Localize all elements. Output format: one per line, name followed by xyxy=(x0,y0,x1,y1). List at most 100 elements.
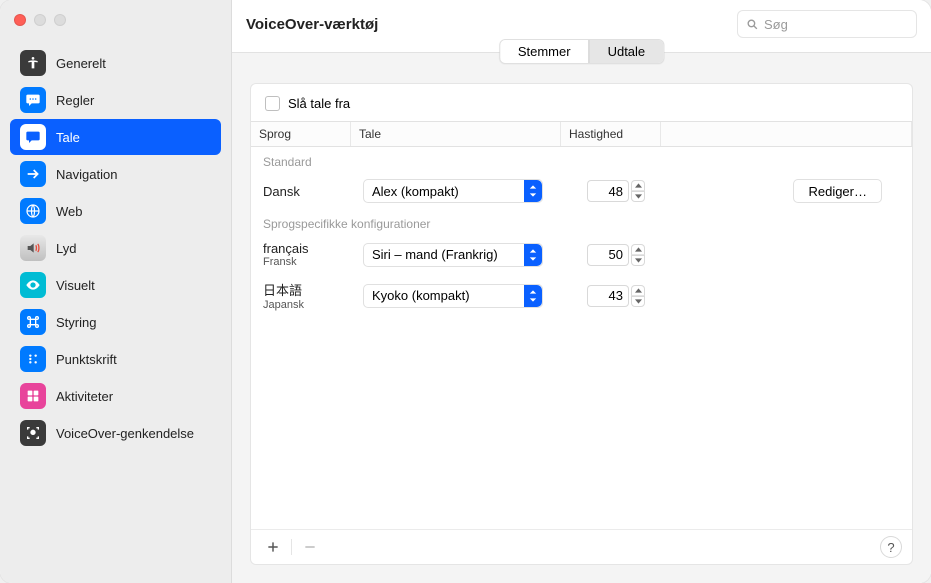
sidebar-item-speech[interactable]: Tale xyxy=(10,119,221,155)
sidebar-item-label: Visuelt xyxy=(56,278,95,293)
speed-stepper-french xyxy=(631,244,645,266)
minimize-window-button[interactable] xyxy=(34,14,46,26)
sidebar-item-sound[interactable]: Lyd xyxy=(10,230,221,266)
language-row-default[interactable]: Dansk Alex (kompakt) 48 xyxy=(251,173,912,209)
voices-panel: Slå tale fra Sprog Tale Hastighed Standa… xyxy=(250,83,913,565)
chevron-up-down-icon xyxy=(524,244,542,266)
tab-switcher: Stemmer Udtale xyxy=(499,39,664,64)
sidebar-item-label: Styring xyxy=(56,315,96,330)
sidebar-item-general[interactable]: Generelt xyxy=(10,45,221,81)
accessibility-icon xyxy=(20,50,46,76)
command-icon xyxy=(20,309,46,335)
column-language[interactable]: Sprog xyxy=(251,122,351,146)
sidebar-item-label: Regler xyxy=(56,93,94,108)
action-cell: Rediger… xyxy=(673,179,900,203)
chevron-up-down-icon xyxy=(524,285,542,307)
speed-input-japanese[interactable]: 43 xyxy=(587,285,629,307)
eye-icon xyxy=(20,272,46,298)
voice-dropdown-japanese[interactable]: Kyoko (kompakt) xyxy=(363,284,543,308)
sidebar-item-web[interactable]: Web xyxy=(10,193,221,229)
speed-stepper-default xyxy=(631,180,645,202)
activities-icon xyxy=(20,383,46,409)
stepper-up[interactable] xyxy=(631,244,645,255)
language-cell: Dansk xyxy=(263,184,363,199)
sidebar-item-braille[interactable]: Punktskrift xyxy=(10,341,221,377)
tab-pronunciation[interactable]: Udtale xyxy=(589,40,664,63)
mute-speech-label: Slå tale fra xyxy=(288,96,350,111)
speed-cell: 48 xyxy=(573,180,673,202)
sidebar-item-label: VoiceOver-genkendelse xyxy=(56,426,194,441)
chevron-up-down-icon xyxy=(524,180,542,202)
edit-button[interactable]: Rediger… xyxy=(793,179,882,203)
traffic-lights xyxy=(0,10,231,44)
sidebar-item-visuals[interactable]: Visuelt xyxy=(10,267,221,303)
sidebar-item-verbosity[interactable]: Regler xyxy=(10,82,221,118)
speed-input-french[interactable]: 50 xyxy=(587,244,629,266)
sidebar-item-label: Tale xyxy=(56,130,80,145)
mute-speech-row: Slå tale fra xyxy=(251,84,912,121)
stepper-up[interactable] xyxy=(631,285,645,296)
stepper-down[interactable] xyxy=(631,191,645,202)
speed-input-default[interactable]: 48 xyxy=(587,180,629,202)
voice-dropdown-value: Alex (kompakt) xyxy=(364,184,524,199)
section-specific: Sprogspecifikke konfigurationer xyxy=(251,209,912,235)
window: Generelt Regler Tale Navigation Web xyxy=(0,0,931,583)
window-title: VoiceOver-værktøj xyxy=(246,16,727,33)
sidebar-item-activities[interactable]: Aktiviteter xyxy=(10,378,221,414)
search-input[interactable]: Søg xyxy=(737,10,917,38)
plus-icon xyxy=(266,540,280,554)
globe-icon xyxy=(20,198,46,224)
sidebar-item-label: Web xyxy=(56,204,83,219)
voice-dropdown-french[interactable]: Siri – mand (Frankrig) xyxy=(363,243,543,267)
sidebar-item-commanders[interactable]: Styring xyxy=(10,304,221,340)
minus-icon xyxy=(303,540,317,554)
separator xyxy=(291,539,292,555)
stepper-up[interactable] xyxy=(631,180,645,191)
main-area: VoiceOver-værktøj Søg Stemmer Udtale Slå… xyxy=(232,0,931,583)
column-voice[interactable]: Tale xyxy=(351,122,561,146)
panel-footer: ? xyxy=(251,529,912,564)
sidebar-item-recognition[interactable]: VoiceOver-genkendelse xyxy=(10,415,221,451)
voice-cell: Alex (kompakt) xyxy=(363,179,573,203)
tab-voices[interactable]: Stemmer xyxy=(500,40,589,63)
sidebar: Generelt Regler Tale Navigation Web xyxy=(0,0,232,583)
column-speed[interactable]: Hastighed xyxy=(561,122,661,146)
stepper-down[interactable] xyxy=(631,296,645,307)
remove-language-button[interactable] xyxy=(298,536,322,558)
speed-cell: 43 xyxy=(573,285,673,307)
recognition-icon xyxy=(20,420,46,446)
search-placeholder: Søg xyxy=(764,17,788,32)
language-row-french[interactable]: français Fransk Siri – mand (Frankrig) 5… xyxy=(251,235,912,274)
close-window-button[interactable] xyxy=(14,14,26,26)
language-cell: français Fransk xyxy=(263,241,363,268)
content-pane: Stemmer Udtale Slå tale fra Sprog Tale H… xyxy=(232,52,931,583)
voice-dropdown-value: Siri – mand (Frankrig) xyxy=(364,247,524,262)
chat-icon xyxy=(20,87,46,113)
language-name: français xyxy=(263,241,363,256)
section-default: Standard xyxy=(251,147,912,173)
sidebar-item-label: Aktiviteter xyxy=(56,389,113,404)
mute-speech-checkbox[interactable] xyxy=(265,96,280,111)
voice-dropdown-value: Kyoko (kompakt) xyxy=(364,288,524,303)
maximize-window-button[interactable] xyxy=(54,14,66,26)
voice-cell: Siri – mand (Frankrig) xyxy=(363,243,573,267)
braille-icon xyxy=(20,346,46,372)
language-row-japanese[interactable]: 日本語 Japansk Kyoko (kompakt) 43 xyxy=(251,274,912,317)
speaker-icon xyxy=(20,235,46,261)
language-subtitle: Fransk xyxy=(263,256,363,268)
sidebar-item-label: Navigation xyxy=(56,167,117,182)
sidebar-item-navigation[interactable]: Navigation xyxy=(10,156,221,192)
stepper-down[interactable] xyxy=(631,255,645,266)
language-name: Dansk xyxy=(263,184,363,199)
language-cell: 日本語 Japansk xyxy=(263,280,363,311)
sidebar-item-label: Generelt xyxy=(56,56,106,71)
table-header: Sprog Tale Hastighed xyxy=(251,121,912,147)
sidebar-item-label: Punktskrift xyxy=(56,352,117,367)
language-name: 日本語 xyxy=(263,280,363,299)
speed-stepper-japanese xyxy=(631,285,645,307)
search-icon xyxy=(746,18,759,31)
add-language-button[interactable] xyxy=(261,536,285,558)
speed-cell: 50 xyxy=(573,244,673,266)
help-button[interactable]: ? xyxy=(880,536,902,558)
voice-dropdown-default[interactable]: Alex (kompakt) xyxy=(363,179,543,203)
